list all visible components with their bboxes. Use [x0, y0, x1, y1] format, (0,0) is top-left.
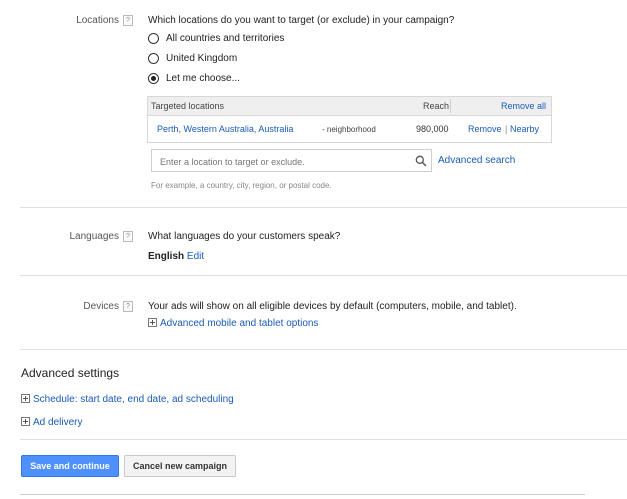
advanced-settings-title: Advanced settings — [21, 366, 120, 380]
advanced-mobile-options-toggle[interactable]: Advanced mobile and tablet options — [148, 318, 318, 329]
radio-label: All countries and territories — [166, 33, 285, 44]
save-and-continue-button[interactable]: Save and continue — [21, 455, 119, 477]
radio-label: United Kingdom — [166, 53, 238, 64]
remove-all-link[interactable]: Remove all — [501, 101, 546, 111]
table-header: Targeted locations Reach Remove all — [148, 97, 551, 116]
radio-label: Let me choose... — [166, 73, 240, 84]
expand-icon[interactable] — [21, 394, 30, 403]
divider — [20, 439, 627, 440]
schedule-toggle[interactable]: Schedule: start date, end date, ad sched… — [21, 394, 234, 405]
nearby-link[interactable]: Nearby — [510, 124, 539, 134]
help-icon[interactable]: ? — [123, 15, 133, 26]
radio-button-checked[interactable] — [148, 73, 159, 84]
header-reach: Reach — [423, 101, 450, 111]
languages-label: Languages? — [40, 231, 133, 242]
radio-let-me-choose[interactable]: Let me choose... — [148, 73, 240, 84]
help-icon[interactable]: ? — [123, 231, 133, 242]
radio-united-kingdom[interactable]: United Kingdom — [148, 53, 237, 64]
languages-question: What languages do your customers speak? — [148, 231, 341, 242]
locations-question: Which locations do you want to target (o… — [148, 15, 455, 26]
location-search-box[interactable] — [151, 149, 432, 172]
devices-label-text: Devices — [83, 301, 119, 312]
location-type: - neighborhood — [322, 125, 376, 134]
ad-delivery-toggle[interactable]: Ad delivery — [21, 417, 82, 428]
bottom-divider — [20, 494, 585, 495]
locations-label-text: Locations — [76, 15, 119, 26]
radio-button[interactable] — [148, 53, 159, 64]
remove-link[interactable]: Remove — [468, 124, 502, 134]
header-divider — [450, 99, 451, 113]
radio-button[interactable] — [148, 33, 159, 44]
divider — [20, 349, 627, 350]
ad-delivery-label[interactable]: Ad delivery — [33, 417, 82, 428]
languages-label-text: Languages — [69, 231, 120, 242]
edit-language-link[interactable]: Edit — [187, 251, 204, 262]
targeted-locations-table: Targeted locations Reach Remove all Pert… — [147, 96, 552, 143]
radio-all-countries[interactable]: All countries and territories — [148, 33, 284, 44]
search-icon[interactable] — [415, 155, 427, 167]
location-name-link[interactable]: Perth, Western Australia, Australia — [157, 124, 293, 134]
location-hint: For example, a country, city, region, or… — [151, 181, 332, 190]
divider — [20, 275, 627, 276]
link-separator: | — [505, 124, 508, 134]
devices-text: Your ads will show on all eligible devic… — [148, 301, 517, 312]
location-search-input[interactable] — [158, 151, 412, 172]
cancel-new-campaign-button[interactable]: Cancel new campaign — [124, 455, 236, 477]
header-targeted-locations: Targeted locations — [151, 101, 225, 111]
advanced-search-link[interactable]: Advanced search — [438, 155, 515, 166]
expand-icon[interactable] — [148, 318, 157, 327]
table-row: Perth, Western Australia, Australia - ne… — [148, 116, 551, 143]
expand-icon[interactable] — [21, 417, 30, 426]
location-reach: 980,000 — [416, 124, 449, 134]
help-icon[interactable]: ? — [123, 301, 133, 312]
language-value: English — [148, 251, 185, 262]
devices-label: Devices? — [40, 301, 133, 312]
schedule-label[interactable]: Schedule: start date, end date, ad sched… — [33, 394, 234, 405]
locations-label: Locations? — [40, 15, 133, 26]
language-value-row: English Edit — [148, 251, 204, 262]
divider — [20, 207, 627, 208]
advanced-mobile-options-label[interactable]: Advanced mobile and tablet options — [160, 318, 318, 329]
